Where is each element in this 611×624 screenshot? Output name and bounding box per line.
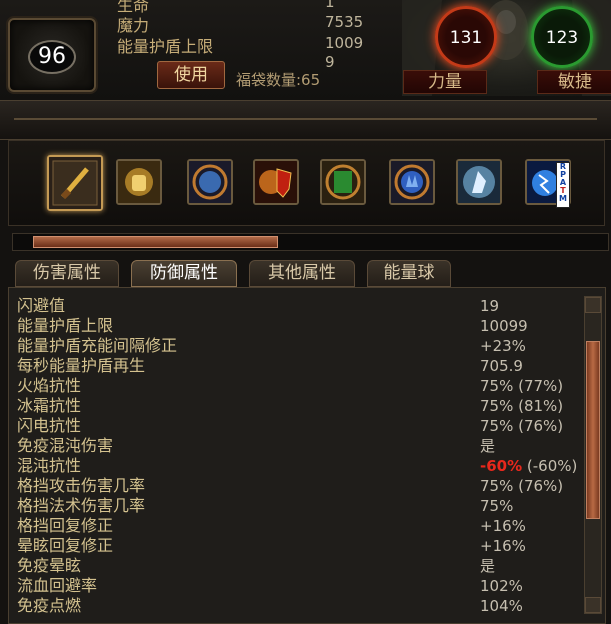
list-item: 能量护盾充能间隔修正 +23%	[17, 336, 577, 356]
level-badge: 96	[28, 40, 76, 74]
value-rest: (-60%)	[522, 457, 578, 475]
stat-name: 格挡回复修正	[17, 516, 114, 535]
golden-fist-skill-icon	[118, 161, 160, 203]
stat-name: 能量护盾充能间隔修正	[17, 336, 178, 355]
stat-value: 是	[480, 437, 496, 455]
stat-value: 75% (81%)	[480, 397, 564, 415]
panel-divider	[0, 100, 611, 140]
stat-value: 75% (76%)	[480, 417, 564, 435]
scroll-down-button[interactable]	[585, 597, 601, 613]
skill-slot-4[interactable]	[253, 159, 299, 205]
stat-value: +16%	[480, 517, 526, 535]
stat-value: 75%	[480, 497, 514, 515]
list-item: 晕眩回复修正 +16%	[17, 536, 577, 556]
skill-badge-column: R P A T M	[556, 162, 570, 208]
stat-value: +23%	[480, 337, 526, 355]
stat-value: +16%	[480, 537, 526, 555]
stat-name: 免疫点燃	[17, 596, 82, 615]
fire-shield-skill-icon	[255, 161, 297, 203]
list-item: 流血回避率 102%	[17, 576, 577, 596]
blue-hand-skill-icon	[391, 161, 433, 203]
stat-life-value: 1	[325, 0, 335, 11]
skill-badge-letter: M	[559, 194, 567, 203]
stat-name: 流血回避率	[17, 576, 98, 595]
use-button[interactable]: 使用	[157, 61, 225, 89]
stat-es-value: 1009	[325, 34, 364, 52]
stat-name: 免疫晕眩	[17, 556, 82, 575]
stats-scrollbar-thumb[interactable]	[586, 341, 600, 519]
stat-name: 晕眩回复修正	[17, 536, 114, 555]
stat-value: -60% (-60%)	[480, 456, 577, 476]
skill-slot-1[interactable]	[47, 155, 103, 211]
stat-name: 格挡法术伤害几率	[17, 496, 146, 515]
stat-name: 格挡攻击伤害几率	[17, 476, 146, 495]
level-frame: 96	[8, 18, 96, 92]
tab-energy-orb[interactable]: 能量球	[367, 260, 451, 287]
stat-value: 10099	[480, 317, 528, 335]
list-item: 每秒能量护盾再生 705.9	[17, 356, 577, 376]
list-item: 混沌抗性 -60% (-60%)	[17, 456, 577, 476]
dexterity-orb[interactable]: 123	[531, 6, 593, 68]
green-door-skill-icon	[322, 161, 364, 203]
stat-name: 闪避值	[17, 296, 66, 315]
stat-value: 75% (77%)	[480, 377, 564, 395]
skill-slot-2[interactable]	[116, 159, 162, 205]
strength-orb[interactable]: 131	[435, 6, 497, 68]
stat-name: 火焰抗性	[17, 376, 82, 395]
divider-line	[14, 118, 597, 120]
dexterity-label: 敏捷	[537, 70, 611, 94]
skill-slot-3[interactable]	[187, 159, 233, 205]
list-item: 格挡回复修正 +16%	[17, 516, 577, 536]
stat-name: 免疫混沌伤害	[17, 436, 114, 455]
stat-value: 705.9	[480, 357, 523, 375]
list-item: 闪避值 19	[17, 296, 577, 316]
list-item: 免疫点燃 104%	[17, 596, 577, 616]
list-item: 冰霜抗性 75% (81%)	[17, 396, 577, 416]
defense-stats-list: 闪避值 19 能量护盾上限 10099 能量护盾充能间隔修正 +23% 每秒能量…	[8, 287, 606, 624]
stat-value: 102%	[480, 577, 523, 595]
stat-mana-value: 7535	[325, 13, 364, 31]
list-item: 格挡法术伤害几率 75%	[17, 496, 577, 516]
stat-name: 闪电抗性	[17, 416, 82, 435]
stat-name: 能量护盾上限	[17, 316, 114, 335]
stat-value: 19	[480, 297, 500, 315]
list-item: 火焰抗性 75% (77%)	[17, 376, 577, 396]
tab-damage[interactable]: 伤害属性	[15, 260, 119, 287]
sword-skill-icon	[49, 157, 101, 209]
skill-scroll-thumb[interactable]	[33, 236, 278, 248]
bag-count-label: 福袋数量:65	[236, 71, 321, 89]
stat-name: 混沌抗性	[17, 456, 82, 475]
list-item: 免疫晕眩 是	[17, 556, 577, 576]
ghost-runner-skill-icon	[458, 161, 500, 203]
list-item: 闪电抗性 75% (76%)	[17, 416, 577, 436]
stat-name: 冰霜抗性	[17, 396, 82, 415]
stat-es-label: 能量护盾上限	[117, 37, 214, 56]
stat-value: 104%	[480, 597, 523, 615]
negative-value: -60%	[480, 457, 523, 475]
skill-slot-5[interactable]	[320, 159, 366, 205]
stat-value: 是	[480, 557, 496, 575]
strength-label: 力量	[403, 70, 487, 94]
scroll-up-button[interactable]	[585, 297, 601, 313]
skill-slot-6[interactable]	[389, 159, 435, 205]
tab-defense[interactable]: 防御属性	[131, 260, 237, 287]
stat-extra-value: 9	[325, 53, 335, 71]
blue-aura-skill-icon	[189, 161, 231, 203]
list-item: 免疫混沌伤害 是	[17, 436, 577, 456]
tab-other[interactable]: 其他属性	[249, 260, 355, 287]
list-item: 格挡攻击伤害几率 75% (76%)	[17, 476, 577, 496]
stat-value: 75% (76%)	[480, 477, 564, 495]
list-item: 能量护盾上限 10099	[17, 316, 577, 336]
skill-slot-7[interactable]	[456, 159, 502, 205]
stat-name: 每秒能量护盾再生	[17, 356, 146, 375]
